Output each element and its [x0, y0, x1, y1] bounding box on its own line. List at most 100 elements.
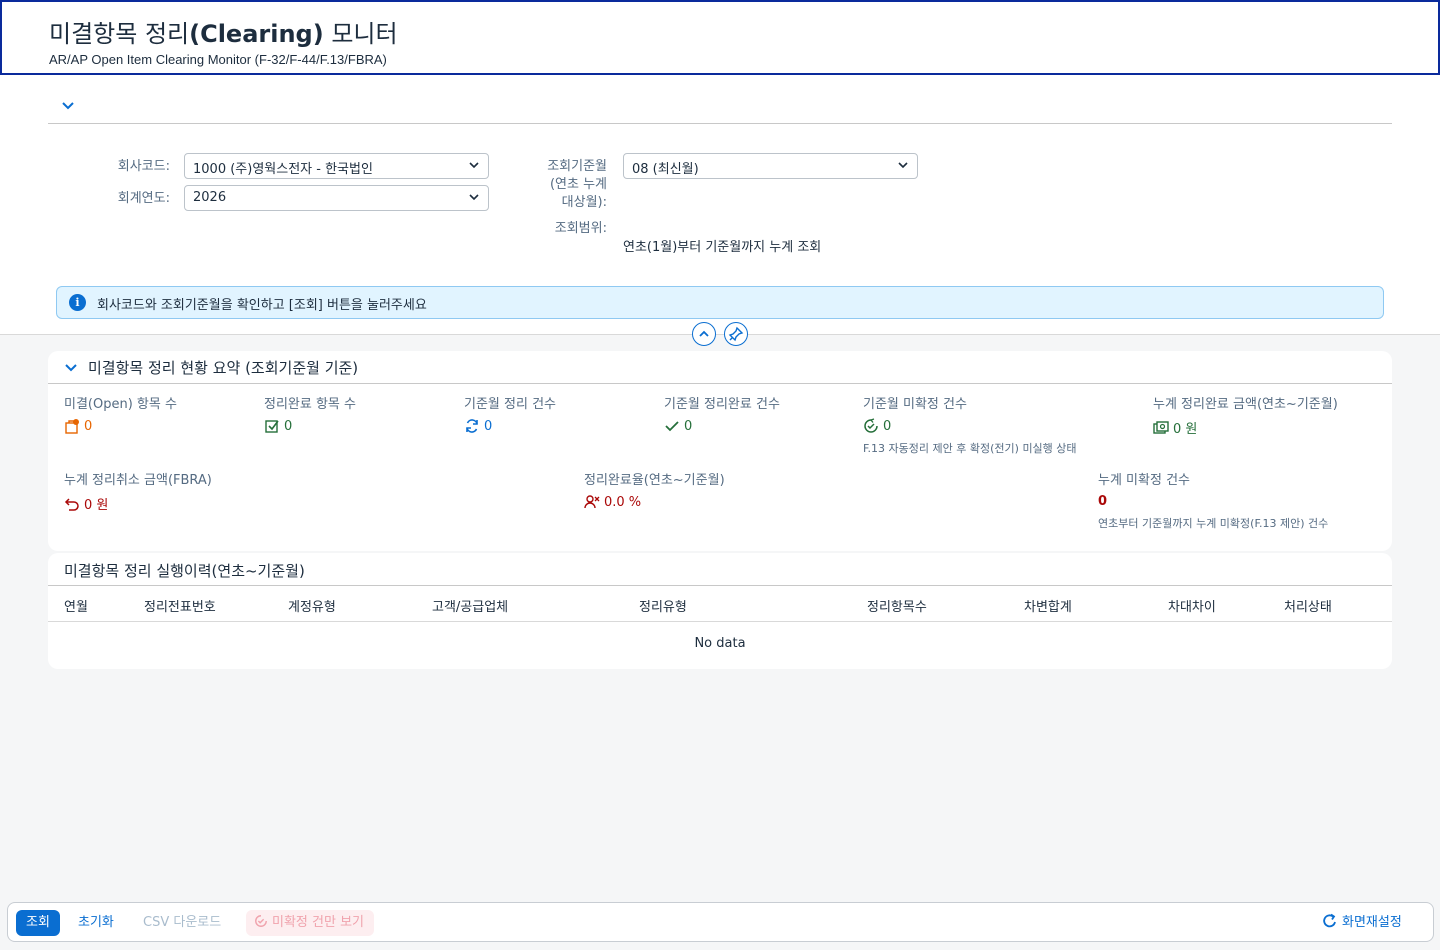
page-subtitle: AR/AP Open Item Clearing Monitor (F-32/F…	[49, 52, 387, 67]
period-value: 08 (최신월)	[632, 162, 699, 177]
search-button[interactable]: 조회	[16, 910, 60, 936]
kpi-label: 기준월 정리 건수	[464, 397, 556, 412]
page-title-suffix: 모니터	[323, 20, 398, 48]
kpi-value: 0 원	[84, 498, 109, 513]
kpi-label: 기준월 정리완료 건수	[664, 397, 780, 412]
filter-bar: 회사코드: 1000 (주)영웍스전자 - 한국법인 회계연도: 2026 조회…	[0, 75, 1440, 335]
kpi-value: 0	[484, 418, 493, 434]
chevron-down-icon	[469, 162, 479, 169]
kpi-value-row: 0 원	[64, 494, 212, 513]
range-label: 조회범위:	[554, 221, 607, 236]
kpi-period-cleared-count: 기준월 정리완료 건수 0	[664, 393, 780, 434]
column-header-item-count[interactable]: 정리항목수	[867, 596, 927, 615]
kpi-value-row: 0	[1098, 494, 1328, 509]
kpi-value-row: 0 원	[1153, 418, 1338, 437]
period-select[interactable]: 08 (최신월)	[623, 153, 918, 179]
chevron-down-icon	[65, 364, 77, 372]
money-bills-icon	[1153, 420, 1169, 434]
history-table-card: 미결항목 정리 실행이력(연초~기준월) 연월 정리전표번호 계정유형 고객/공…	[48, 553, 1392, 669]
kpi-open-items: 미결(Open) 항목 수 0	[64, 393, 177, 434]
kpi-cumulative-pending-count: 누계 미확정 건수 0 연초부터 기준월까지 누계 미확정(F.13 제안) 건…	[1098, 469, 1328, 531]
summary-title: 미결항목 정리 현황 요약 (조회기준월 기준)	[88, 359, 359, 377]
period-label: 조회기준월 (연초 누계 대상월):	[500, 158, 607, 212]
summary-divider	[48, 383, 1392, 384]
check-icon	[665, 421, 679, 432]
kpi-value: 0	[1098, 494, 1108, 509]
column-header-status[interactable]: 처리상태	[1284, 596, 1332, 615]
period-label-line2: (연초 누계	[549, 177, 607, 192]
table-no-data: No data	[694, 636, 746, 651]
page-header: 미결항목 정리(Clearing) 모니터 AR/AP Open Item Cl…	[0, 0, 1440, 75]
kpi-value: 0 원	[1173, 422, 1198, 437]
chevron-down-icon	[469, 194, 479, 201]
fiscal-year-value: 2026	[193, 190, 227, 205]
info-icon: i	[69, 294, 86, 311]
kpi-value-row: 0	[264, 418, 356, 434]
column-header-account-type[interactable]: 계정유형	[288, 596, 336, 615]
collapse-header-button[interactable]	[692, 322, 716, 346]
info-message-text: 회사코드와 조회기준월을 확인하고 [조회] 버튼을 눌러주세요	[97, 298, 427, 313]
kpi-cumulative-cleared-amount: 누계 정리완료 금액(연초~기준월) 0 원	[1153, 393, 1338, 437]
fiscal-year-label: 회계연도:	[117, 191, 170, 206]
column-header-difference[interactable]: 차대차이	[1168, 596, 1216, 615]
pin-header-button[interactable]	[724, 322, 748, 346]
kpi-label: 정리완료율(연초~기준월)	[584, 473, 725, 488]
summary-card-header[interactable]: 미결항목 정리 현황 요약 (조회기준월 기준)	[64, 357, 358, 378]
kpi-value-row: 0	[464, 418, 556, 434]
info-message-strip: i 회사코드와 조회기준월을 확인하고 [조회] 버튼을 눌러주세요	[56, 286, 1384, 319]
kpi-value-row: 0	[664, 418, 780, 434]
reset-button[interactable]: 초기화	[68, 910, 124, 936]
kpi-value: 0	[684, 418, 693, 434]
pending-icon	[255, 915, 267, 927]
pending-only-label: 미확정 건만 보기	[272, 915, 364, 930]
kpi-value: 0	[84, 418, 93, 434]
screen-reset-button[interactable]: 화면재설정	[1314, 910, 1412, 936]
filter-collapse-chevron-icon[interactable]	[60, 97, 76, 113]
page-title-bold: (Clearing)	[189, 20, 324, 48]
undo-icon	[64, 497, 79, 511]
kpi-cumulative-reversal-amount: 누계 정리취소 금액(FBRA) 0 원	[64, 469, 212, 513]
period-label-line3: 대상월):	[561, 195, 607, 210]
checkbox-check-icon	[265, 420, 279, 433]
company-code-select[interactable]: 1000 (주)영웍스전자 - 한국법인	[184, 153, 489, 179]
chevron-down-icon	[898, 162, 908, 169]
open-items-icon	[65, 419, 79, 434]
kpi-label: 누계 정리취소 금액(FBRA)	[64, 473, 212, 488]
kpi-value-row: 0.0 %	[584, 494, 725, 510]
filter-divider	[48, 123, 1392, 124]
column-header-partner[interactable]: 고객/공급업체	[432, 596, 508, 615]
kpi-period-pending-count: 기준월 미확정 건수 0 F.13 자동정리 제안 후 확정(전기) 미실행 상…	[863, 393, 1077, 456]
screen-reset-label: 화면재설정	[1342, 915, 1402, 930]
chevron-up-icon	[699, 330, 709, 337]
pending-icon	[864, 418, 878, 433]
kpi-clearing-rate: 정리완료율(연초~기준월) 0.0 %	[584, 469, 725, 510]
kpi-value: 0	[883, 418, 892, 434]
pending-only-button[interactable]: 미확정 건만 보기	[246, 910, 374, 936]
page-title: 미결항목 정리(Clearing) 모니터	[49, 14, 398, 49]
column-header-clearing-type[interactable]: 정리유형	[639, 596, 687, 615]
footer-toolbar: 조회 초기화 CSV 다운로드 미확정 건만 보기 화면재설정	[7, 902, 1434, 942]
summary-card: 미결항목 정리 현황 요약 (조회기준월 기준) 미결(Open) 항목 수 0…	[48, 351, 1392, 551]
kpi-value: 0.0 %	[604, 494, 642, 510]
kpi-label: 정리완료 항목 수	[264, 397, 356, 412]
fiscal-year-select[interactable]: 2026	[184, 185, 489, 211]
column-header-period[interactable]: 연월	[64, 596, 88, 615]
period-label-line1: 조회기준월	[547, 159, 607, 174]
kpi-label: 미결(Open) 항목 수	[64, 397, 177, 412]
kpi-value: 0	[284, 418, 293, 434]
kpi-period-clearing-count: 기준월 정리 건수 0	[464, 393, 556, 434]
kpi-label: 누계 미확정 건수	[1098, 473, 1190, 488]
page-title-prefix: 미결항목 정리	[49, 20, 190, 48]
kpi-note: 연초부터 기준월까지 누계 미확정(F.13 제안) 건수	[1098, 517, 1329, 530]
company-code-label: 회사코드:	[117, 159, 170, 174]
kpi-value-row: 0	[64, 418, 177, 434]
column-header-clearing-doc[interactable]: 정리전표번호	[144, 596, 216, 615]
range-value: 연초(1월)부터 기준월까지 누계 조회	[623, 240, 822, 255]
refresh-icon	[1323, 913, 1336, 928]
kpi-value-row: 0	[863, 418, 1077, 434]
user-rate-icon	[584, 495, 600, 509]
csv-download-button[interactable]: CSV 다운로드	[133, 910, 231, 936]
column-header-debit-total[interactable]: 차변합계	[1024, 596, 1072, 615]
company-code-value: 1000 (주)영웍스전자 - 한국법인	[193, 162, 373, 177]
kpi-label: 누계 정리완료 금액(연초~기준월)	[1153, 397, 1338, 412]
